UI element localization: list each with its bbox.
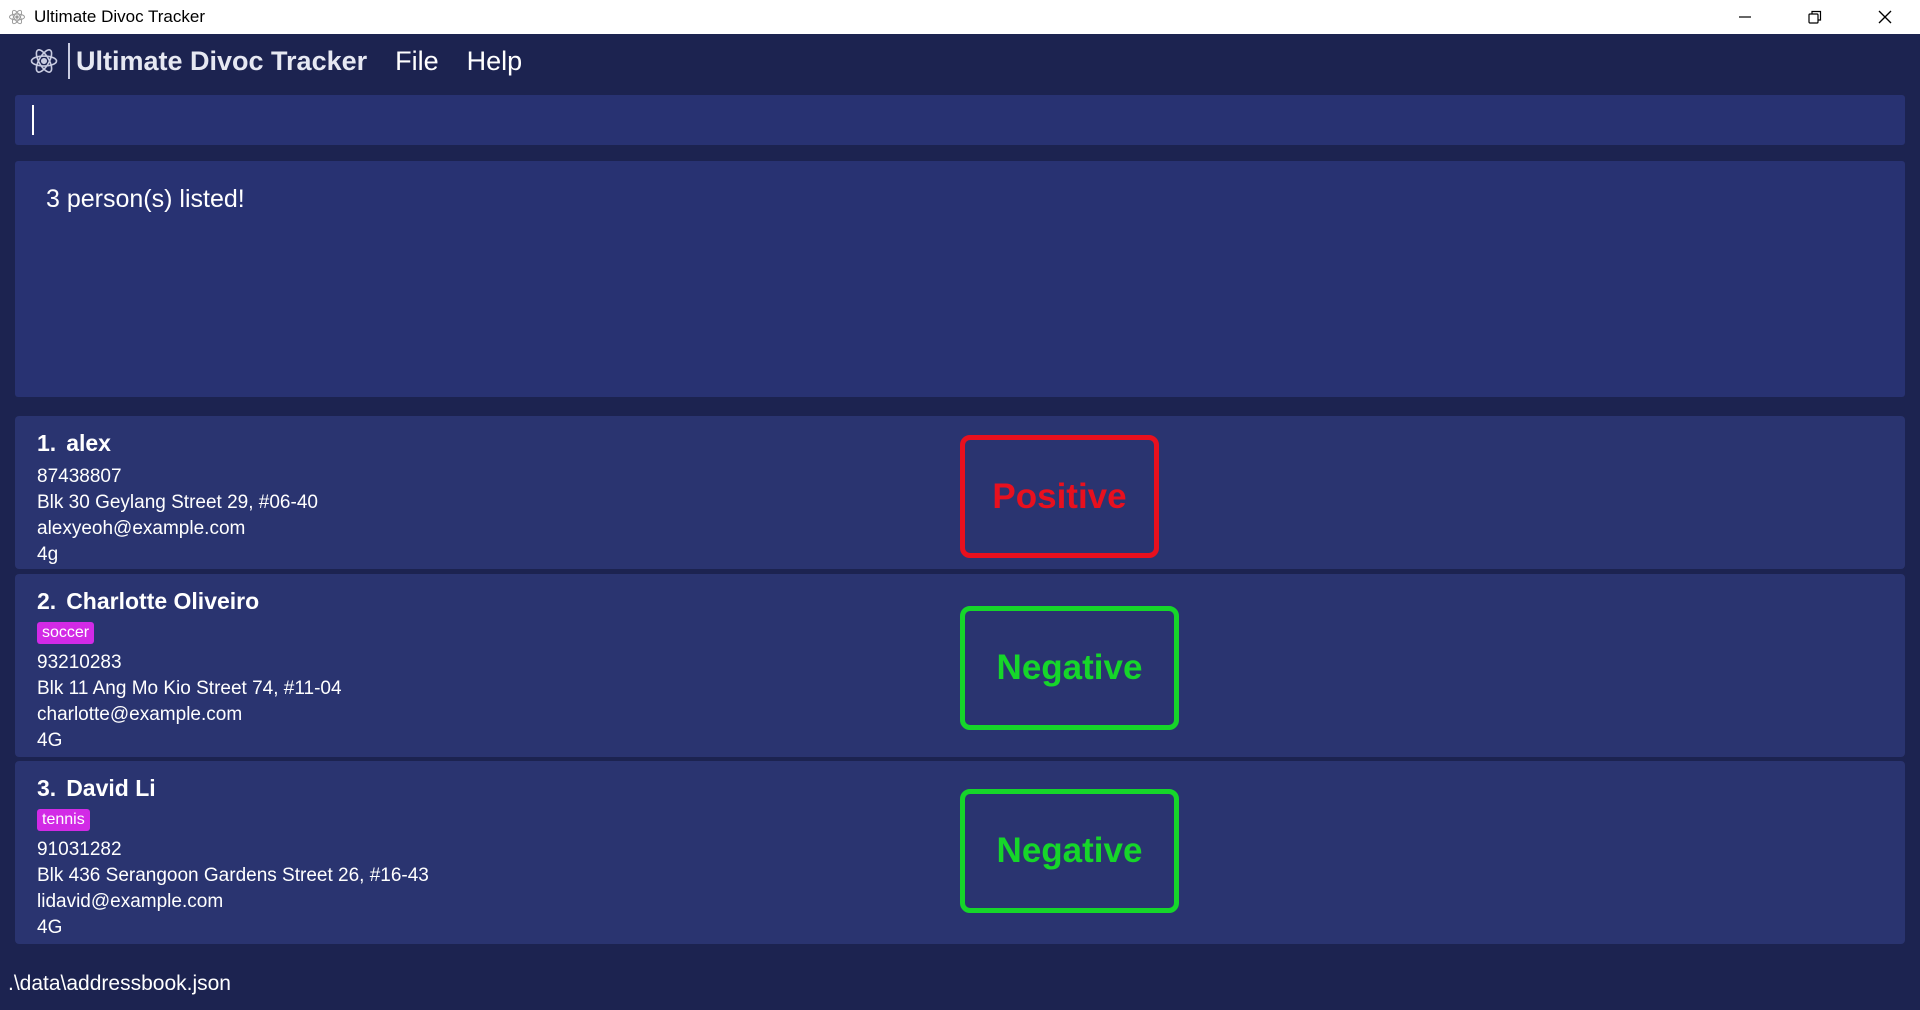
person-name-row: 2. Charlotte Oliveiro [37,588,342,615]
person-group: 4g [37,544,59,565]
window-title: Ultimate Divoc Tracker [34,7,205,26]
status-badge: Negative [960,789,1179,913]
status-badge: Negative [960,606,1179,730]
menu-help[interactable]: Help [467,46,523,77]
window-controls [1710,0,1920,34]
logo-divider [68,43,70,79]
person-card[interactable]: 1. alex 87438807 Blk 30 Geylang Street 2… [15,416,1905,569]
minimize-icon [1739,16,1751,18]
close-icon [1878,10,1892,24]
minimize-button[interactable] [1710,0,1780,34]
text-caret [32,105,34,135]
person-name-row: 1. alex [37,430,318,457]
person-name: Charlotte Oliveiro [66,588,260,614]
window-titlebar: Ultimate Divoc Tracker [0,0,1920,34]
person-address: Blk 11 Ang Mo Kio Street 74, #11-04 [37,678,342,699]
person-group: 4G [37,730,63,751]
person-index: 3. [37,775,57,801]
person-list[interactable]: 1. alex 87438807 Blk 30 Geylang Street 2… [15,416,1905,954]
close-button[interactable] [1850,0,1920,34]
command-input[interactable] [15,95,1905,145]
result-message: 3 person(s) listed! [46,185,245,213]
restore-icon [1808,10,1822,24]
person-phone: 87438807 [37,466,122,487]
status-badge: Positive [960,435,1159,558]
person-name: alex [66,430,111,456]
person-tag: tennis [37,809,90,831]
person-address: Blk 436 Serangoon Gardens Street 26, #16… [37,865,429,886]
statusbar: .\data\addressbook.json [0,958,1920,1010]
person-info: 2. Charlotte Oliveiro soccer 93210283 Bl… [37,588,342,754]
save-file-path: .\data\addressbook.json [8,972,231,995]
atom-icon [28,45,60,77]
person-phone: 93210283 [37,652,122,673]
person-email: charlotte@example.com [37,704,243,725]
command-box [15,95,1905,145]
app-name: Ultimate Divoc Tracker [76,45,368,76]
person-card[interactable]: 3. David Li tennis 91031282 Blk 436 Sera… [15,761,1905,944]
menu-file[interactable]: File [395,46,439,77]
person-email: alexyeoh@example.com [37,518,246,539]
person-info: 1. alex 87438807 Blk 30 Geylang Street 2… [37,430,318,568]
person-name-row: 3. David Li [37,775,429,802]
person-name: David Li [66,775,156,801]
person-index: 1. [37,430,57,456]
person-tag: soccer [37,622,95,644]
menubar: Ultimate Divoc Tracker File Help [0,34,1920,88]
person-phone: 91031282 [37,839,122,860]
person-card[interactable]: 2. Charlotte Oliveiro soccer 93210283 Bl… [15,574,1905,757]
atom-icon [6,6,28,28]
person-address: Blk 30 Geylang Street 29, #06-40 [37,492,318,513]
person-group: 4G [37,917,63,938]
person-email: lidavid@example.com [37,891,224,912]
person-info: 3. David Li tennis 91031282 Blk 436 Sera… [37,775,429,941]
restore-button[interactable] [1780,0,1850,34]
person-index: 2. [37,588,57,614]
result-display: 3 person(s) listed! [15,161,1905,397]
